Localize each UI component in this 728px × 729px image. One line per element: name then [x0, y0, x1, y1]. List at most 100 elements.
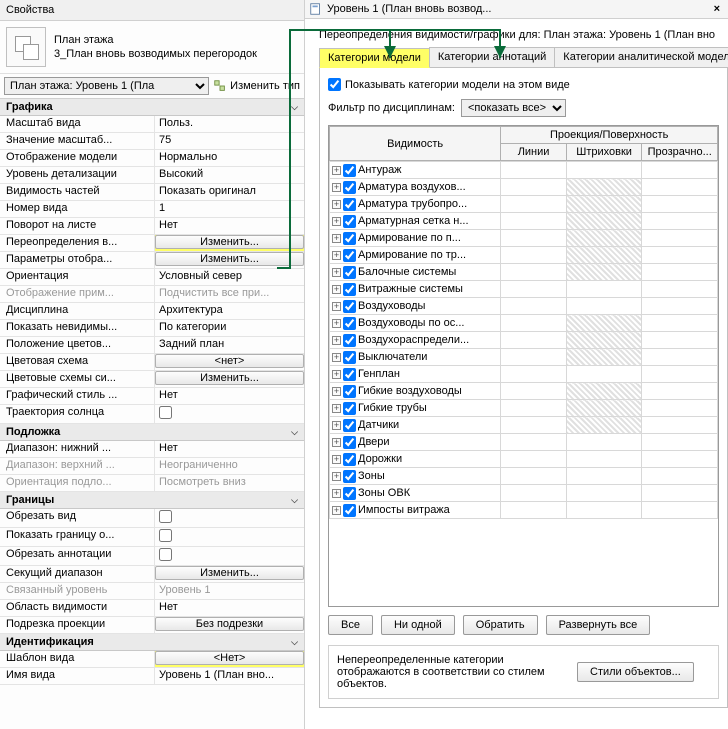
override-cell[interactable] [566, 468, 642, 485]
override-cell[interactable] [501, 162, 567, 179]
expander-icon[interactable]: + [332, 506, 341, 515]
property-row[interactable]: Отображение моделиНормально [0, 150, 304, 167]
override-cell[interactable] [501, 366, 567, 383]
property-row[interactable]: Траектория солнца [0, 405, 304, 424]
category-checkbox[interactable] [343, 453, 356, 466]
override-cell[interactable] [642, 417, 718, 434]
override-cell[interactable] [501, 298, 567, 315]
property-row[interactable]: Переопределения в...Изменить... [0, 235, 304, 252]
override-cell[interactable] [501, 383, 567, 400]
property-button[interactable]: <Нет> [155, 651, 304, 665]
category-row[interactable]: + Армирование по тр... [330, 247, 718, 264]
override-cell[interactable] [501, 400, 567, 417]
category-checkbox[interactable] [343, 487, 356, 500]
property-value[interactable]: Изменить... [155, 371, 304, 387]
edit-type-button[interactable]: Изменить тип [213, 79, 300, 93]
group-header[interactable]: Границы⌵ [0, 492, 304, 509]
category-row[interactable]: + Дорожки [330, 451, 718, 468]
property-button[interactable]: <нет> [155, 354, 304, 368]
property-value[interactable] [155, 405, 304, 423]
property-value[interactable]: Нет [155, 218, 304, 234]
override-cell[interactable] [566, 366, 642, 383]
expander-icon[interactable]: + [332, 268, 341, 277]
property-row[interactable]: Область видимостиНет [0, 600, 304, 617]
col-transparency[interactable]: Прозрачно... [642, 144, 718, 161]
type-selector[interactable]: План этажа: Уровень 1 (Пла [4, 77, 209, 95]
property-row[interactable]: Связанный уровеньУровень 1 [0, 583, 304, 600]
property-row[interactable]: Графический стиль ...Нет [0, 388, 304, 405]
override-cell[interactable] [566, 162, 642, 179]
override-cell[interactable] [642, 468, 718, 485]
property-value[interactable]: Архитектура [155, 303, 304, 319]
category-row[interactable]: + Арматурная сетка н... [330, 213, 718, 230]
override-cell[interactable] [566, 213, 642, 230]
override-cell[interactable] [566, 230, 642, 247]
property-value[interactable]: Польз. [155, 116, 304, 132]
property-value[interactable]: 1 [155, 201, 304, 217]
expander-icon[interactable]: + [332, 455, 341, 464]
override-cell[interactable] [501, 417, 567, 434]
property-row[interactable]: Ориентация подло...Посмотреть вниз [0, 475, 304, 492]
property-row[interactable]: ДисциплинаАрхитектура [0, 303, 304, 320]
override-cell[interactable] [566, 349, 642, 366]
category-checkbox[interactable] [343, 368, 356, 381]
override-cell[interactable] [501, 196, 567, 213]
override-cell[interactable] [501, 315, 567, 332]
property-value[interactable] [155, 528, 304, 546]
property-button[interactable]: Изменить... [155, 371, 304, 385]
property-row[interactable]: Видимость частейПоказать оригинал [0, 184, 304, 201]
override-cell[interactable] [642, 332, 718, 349]
property-checkbox[interactable] [159, 510, 172, 523]
property-row[interactable]: Уровень детализацииВысокий [0, 167, 304, 184]
category-row[interactable]: + Армирование по п... [330, 230, 718, 247]
property-row[interactable]: ОриентацияУсловный север [0, 269, 304, 286]
col-lines[interactable]: Линии [501, 144, 567, 161]
expander-icon[interactable]: + [332, 387, 341, 396]
property-value[interactable]: Нет [155, 441, 304, 457]
category-checkbox[interactable] [343, 198, 356, 211]
document-tab[interactable]: Уровень 1 (План вновь возвод... × [305, 0, 728, 19]
group-header[interactable]: Графика⌵ [0, 99, 304, 116]
category-row[interactable]: + Выключатели [330, 349, 718, 366]
group-header[interactable]: Подложка⌵ [0, 424, 304, 441]
property-row[interactable]: Положение цветов...Задний план [0, 337, 304, 354]
expander-icon[interactable]: + [332, 336, 341, 345]
override-cell[interactable] [642, 383, 718, 400]
property-row[interactable]: Диапазон: нижний ...Нет [0, 441, 304, 458]
property-checkbox[interactable] [159, 529, 172, 542]
object-styles-button[interactable]: Стили объектов... [577, 662, 694, 682]
property-value[interactable]: Показать оригинал [155, 184, 304, 200]
dialog-tab[interactable]: Категории аннотаций [429, 47, 555, 67]
override-cell[interactable] [642, 434, 718, 451]
override-cell[interactable] [566, 281, 642, 298]
category-row[interactable]: + Гибкие воздуховоды [330, 383, 718, 400]
category-row[interactable]: + Датчики [330, 417, 718, 434]
expander-icon[interactable]: + [332, 472, 341, 481]
category-checkbox[interactable] [343, 215, 356, 228]
property-value[interactable] [155, 509, 304, 527]
property-value[interactable]: Уровень 1 (План вно... [155, 668, 304, 684]
dialog-tab[interactable]: Категории аналитической модели [554, 47, 728, 67]
override-cell[interactable] [501, 230, 567, 247]
property-row[interactable]: Масштаб видаПольз. [0, 116, 304, 133]
expander-icon[interactable]: + [332, 200, 341, 209]
expander-icon[interactable]: + [332, 302, 341, 311]
property-value[interactable]: Неограниченно [155, 458, 304, 474]
override-cell[interactable] [566, 502, 642, 519]
override-cell[interactable] [501, 485, 567, 502]
property-value[interactable]: Изменить... [155, 252, 304, 268]
override-cell[interactable] [566, 247, 642, 264]
override-cell[interactable] [501, 179, 567, 196]
property-value[interactable]: Нормально [155, 150, 304, 166]
category-row[interactable]: + Арматура трубопро... [330, 196, 718, 213]
invert-button[interactable]: Обратить [463, 615, 538, 635]
category-checkbox[interactable] [343, 351, 356, 364]
expander-icon[interactable]: + [332, 234, 341, 243]
property-checkbox[interactable] [159, 406, 172, 419]
category-checkbox[interactable] [343, 334, 356, 347]
property-button[interactable]: Изменить... [155, 566, 304, 580]
category-row[interactable]: + Воздухораспредели... [330, 332, 718, 349]
override-cell[interactable] [642, 366, 718, 383]
category-checkbox[interactable] [343, 283, 356, 296]
properties-header[interactable]: План этажа 3_План вновь возводимых перег… [0, 21, 304, 74]
